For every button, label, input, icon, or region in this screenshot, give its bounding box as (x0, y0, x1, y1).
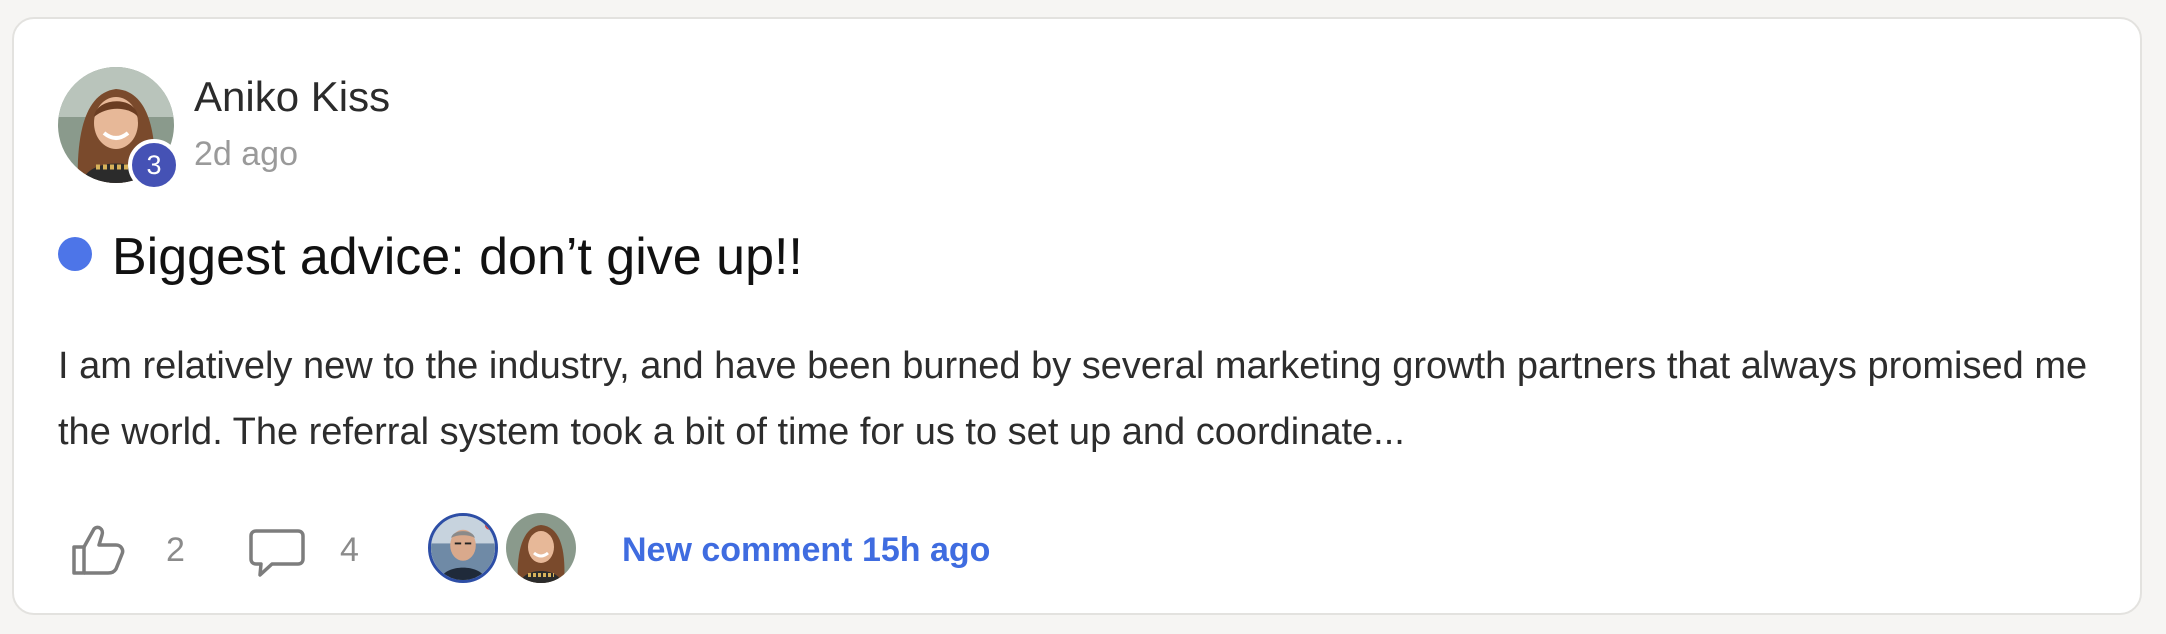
author-name[interactable]: Aniko Kiss (194, 73, 390, 121)
thumbs-up-icon[interactable] (68, 521, 128, 581)
level-badge: 3 (128, 139, 180, 191)
author-avatar[interactable]: 3 (58, 67, 180, 191)
comment-count: 4 (340, 531, 359, 569)
like-count: 2 (166, 531, 185, 569)
commenter-avatar[interactable] (506, 513, 576, 583)
post-title[interactable]: Biggest advice: don’t give up!! (112, 227, 803, 287)
post-excerpt[interactable]: I am relatively new to the industry, and… (58, 333, 2108, 465)
comment-icon[interactable] (248, 523, 306, 581)
new-comment-link[interactable]: New comment 15h ago (622, 531, 990, 570)
unread-indicator (58, 237, 92, 271)
commenter-avatar[interactable] (428, 513, 498, 583)
post-card[interactable]: 3 Aniko Kiss 2d ago Biggest advice: don’… (12, 17, 2142, 615)
post-timestamp: 2d ago (194, 135, 298, 173)
